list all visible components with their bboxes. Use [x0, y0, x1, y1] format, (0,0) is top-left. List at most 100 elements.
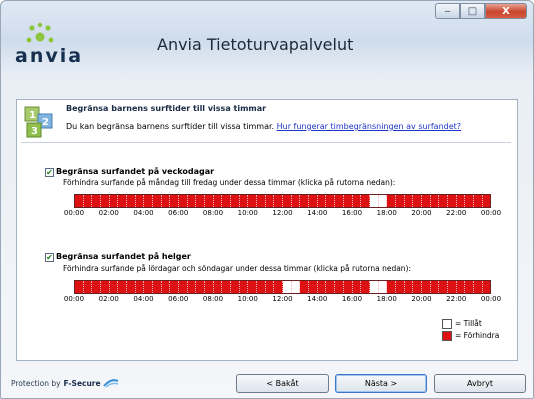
hour-slot[interactable]	[265, 281, 275, 293]
hour-slot[interactable]	[421, 195, 431, 207]
hour-slot[interactable]	[309, 195, 318, 207]
hour-slot[interactable]	[369, 195, 379, 207]
hour-slot[interactable]	[213, 281, 223, 293]
hour-slot[interactable]	[222, 281, 232, 293]
hour-slot[interactable]	[248, 195, 258, 207]
hour-slot[interactable]	[144, 281, 154, 293]
hour-slot[interactable]	[161, 195, 171, 207]
hour-slot[interactable]	[83, 195, 93, 207]
hour-slot[interactable]	[92, 281, 102, 293]
maximize-button[interactable]: □	[460, 3, 485, 19]
hour-slot[interactable]	[109, 281, 119, 293]
hour-slot[interactable]	[473, 195, 483, 207]
weekend-checkbox[interactable]: ✔	[45, 253, 54, 262]
hour-slot[interactable]	[317, 195, 327, 207]
hour-slot[interactable]	[335, 281, 344, 293]
hour-slot[interactable]	[239, 281, 249, 293]
hour-slot[interactable]	[83, 281, 93, 293]
hour-slot[interactable]	[75, 195, 84, 207]
hour-slot[interactable]	[291, 195, 301, 207]
hour-slot[interactable]	[335, 195, 344, 207]
back-button[interactable]: < Bakåt	[236, 374, 329, 393]
hour-slot[interactable]	[361, 195, 370, 207]
hour-slot[interactable]	[482, 195, 491, 207]
next-button[interactable]: Nästa >	[335, 374, 427, 393]
hour-slot[interactable]	[205, 195, 214, 207]
hour-slot[interactable]	[92, 195, 102, 207]
hour-slot[interactable]	[101, 195, 110, 207]
hour-slot[interactable]	[300, 281, 310, 293]
hour-slot[interactable]	[187, 281, 197, 293]
minimize-button[interactable]: ‒	[435, 3, 460, 19]
hour-slot[interactable]	[179, 281, 188, 293]
hour-slot[interactable]	[239, 195, 249, 207]
hour-slot[interactable]	[257, 281, 266, 293]
hour-slot[interactable]	[213, 195, 223, 207]
hour-slot[interactable]	[179, 195, 188, 207]
hour-slot[interactable]	[387, 281, 396, 293]
weekdays-checkbox[interactable]: ✔	[45, 168, 54, 177]
hour-slot[interactable]	[231, 281, 240, 293]
hour-slot[interactable]	[404, 195, 414, 207]
hour-slot[interactable]	[118, 281, 128, 293]
hour-slot[interactable]	[430, 195, 440, 207]
hour-slot[interactable]	[222, 195, 232, 207]
hour-slot[interactable]	[387, 195, 396, 207]
hour-slot[interactable]	[465, 281, 474, 293]
hour-slot[interactable]	[205, 281, 214, 293]
hour-slot[interactable]	[361, 281, 370, 293]
hour-slot[interactable]	[343, 281, 353, 293]
hour-slot[interactable]	[395, 195, 405, 207]
hour-slot[interactable]	[378, 195, 388, 207]
hour-slot[interactable]	[439, 281, 448, 293]
hour-slot[interactable]	[101, 281, 110, 293]
close-button[interactable]: X	[485, 3, 527, 19]
hour-slot[interactable]	[75, 281, 84, 293]
hour-slot[interactable]	[196, 195, 206, 207]
hour-slot[interactable]	[369, 281, 379, 293]
hour-slot[interactable]	[127, 281, 136, 293]
hour-slot[interactable]	[274, 281, 284, 293]
hour-slot[interactable]	[144, 195, 154, 207]
hour-slot[interactable]	[465, 195, 474, 207]
hour-slot[interactable]	[473, 281, 483, 293]
hour-slot[interactable]	[326, 195, 336, 207]
hour-slot[interactable]	[326, 281, 336, 293]
hour-slot[interactable]	[300, 195, 310, 207]
hour-slot[interactable]	[456, 281, 466, 293]
hour-slot[interactable]	[447, 281, 457, 293]
hour-slot[interactable]	[352, 281, 362, 293]
help-link[interactable]: Hur fungerar timbegränsningen av surfand…	[277, 122, 461, 131]
hour-slot[interactable]	[265, 195, 275, 207]
hour-slot[interactable]	[395, 281, 405, 293]
hour-slot[interactable]	[430, 281, 440, 293]
hour-slot[interactable]	[283, 195, 292, 207]
hour-slot[interactable]	[413, 195, 422, 207]
hour-slot[interactable]	[404, 281, 414, 293]
hour-slot[interactable]	[196, 281, 206, 293]
hour-slot[interactable]	[127, 195, 136, 207]
hour-slot[interactable]	[153, 195, 162, 207]
hour-slot[interactable]	[274, 195, 284, 207]
hour-slot[interactable]	[343, 195, 353, 207]
hour-slot[interactable]	[291, 281, 301, 293]
hour-slot[interactable]	[317, 281, 327, 293]
hour-slot[interactable]	[161, 281, 171, 293]
hour-slot[interactable]	[283, 281, 292, 293]
hour-slot[interactable]	[170, 195, 180, 207]
hour-slot[interactable]	[231, 195, 240, 207]
hour-slot[interactable]	[413, 281, 422, 293]
hour-slot[interactable]	[257, 195, 266, 207]
hour-slot[interactable]	[447, 195, 457, 207]
hour-slot[interactable]	[187, 195, 197, 207]
hour-slot[interactable]	[170, 281, 180, 293]
hour-slot[interactable]	[248, 281, 258, 293]
hour-slot[interactable]	[135, 195, 145, 207]
cancel-button[interactable]: Avbryt	[434, 374, 526, 393]
hour-slot[interactable]	[482, 281, 491, 293]
hour-slot[interactable]	[352, 195, 362, 207]
hour-slot[interactable]	[421, 281, 431, 293]
hour-slot[interactable]	[153, 281, 162, 293]
hour-slot[interactable]	[109, 195, 119, 207]
hour-slot[interactable]	[456, 195, 466, 207]
